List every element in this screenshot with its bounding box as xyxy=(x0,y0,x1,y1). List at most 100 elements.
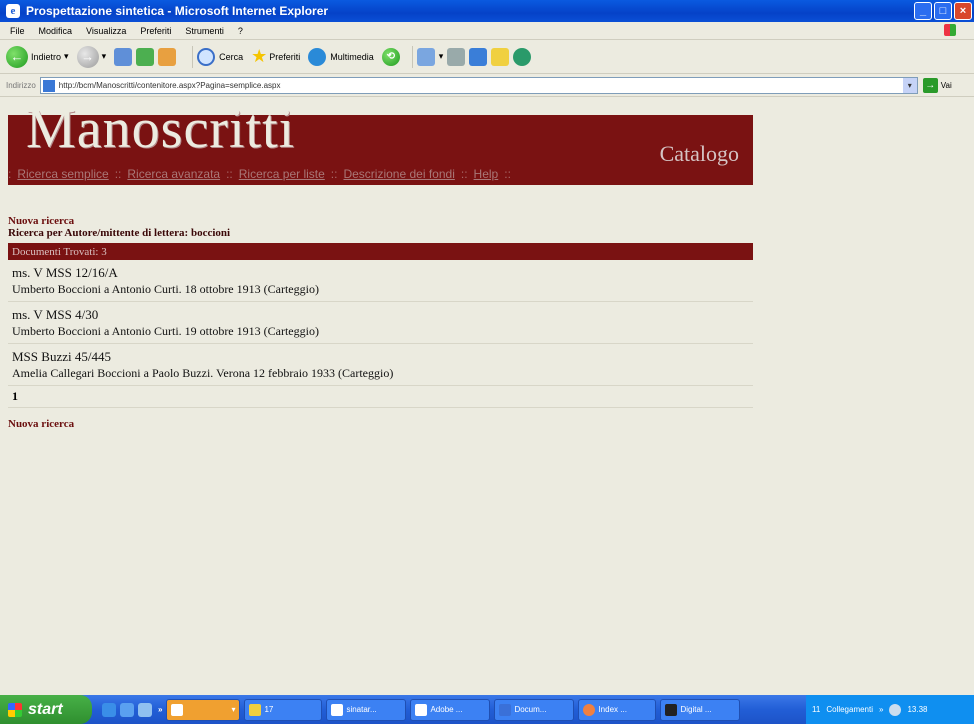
task-digital[interactable]: Digital ... xyxy=(660,698,741,721)
stop-icon[interactable] xyxy=(114,47,133,66)
media-icon xyxy=(308,47,327,66)
close-button[interactable]: × xyxy=(954,2,972,20)
tray-number[interactable]: 11 xyxy=(812,705,820,714)
task-label: 17 xyxy=(264,705,274,714)
go-label: Vai xyxy=(940,81,952,90)
refresh-icon[interactable] xyxy=(136,47,155,66)
menu-modifica[interactable]: Modifica xyxy=(39,26,73,36)
back-dropdown-icon[interactable]: ▾ xyxy=(64,51,69,62)
new-search-link[interactable]: Nuova ricerca xyxy=(8,215,230,227)
search-header: Nuova ricerca Ricerca per Autore/mittent… xyxy=(8,215,230,239)
desktop-quicklaunch-icon[interactable] xyxy=(120,702,134,717)
go-button[interactable]: → Vai xyxy=(922,78,952,93)
result-shelfmark: ms. V MSS 12/16/A xyxy=(12,265,118,280)
mail-dropdown-icon[interactable]: ▾ xyxy=(439,51,444,62)
minimize-button[interactable]: _ xyxy=(914,2,932,20)
address-input[interactable]: http://bcm/Manoscritti/contenitore.aspx?… xyxy=(39,77,918,94)
tray-status-icon[interactable] xyxy=(889,703,902,716)
results-count: Documenti Trovati: 3 xyxy=(8,243,753,260)
task-sinatar[interactable]: sinatar... xyxy=(326,698,407,721)
result-row[interactable]: MSS Buzzi 45/445 Amelia Callegari Boccio… xyxy=(8,344,753,386)
result-row[interactable]: ms. V MSS 12/16/A Umberto Boccioni a Ant… xyxy=(8,260,753,302)
nav-ricerca-semplice[interactable]: Ricerca semplice xyxy=(17,167,108,181)
search-button[interactable]: Cerca xyxy=(197,47,244,66)
window-title: Prospettazione sintetica - Microsoft Int… xyxy=(26,4,329,18)
menu-visualizza[interactable]: Visualizza xyxy=(86,26,126,36)
menu-bar: File Modifica Visualizza Preferiti Strum… xyxy=(0,22,974,40)
media-quicklaunch-icon[interactable] xyxy=(138,702,152,717)
search-label: Cerca xyxy=(219,51,244,62)
result-shelfmark: ms. V MSS 4/30 xyxy=(12,307,99,322)
ie-icon: e xyxy=(6,4,20,18)
new-search-link-bottom[interactable]: Nuova ricerca xyxy=(8,418,74,430)
banner-title: Manoscritti xyxy=(26,98,296,160)
menu-file[interactable]: File xyxy=(10,26,25,36)
links-more-icon[interactable]: » xyxy=(879,705,883,714)
search-icon xyxy=(197,47,216,66)
task-active[interactable]: ▾ xyxy=(166,698,241,721)
maximize-button[interactable]: □ xyxy=(934,2,952,20)
task-label: Docum... xyxy=(514,705,547,714)
task-folder[interactable]: 17 xyxy=(244,698,323,721)
print-icon[interactable] xyxy=(447,47,466,66)
result-row[interactable]: ms. V MSS 4/30 Umberto Boccioni a Antoni… xyxy=(8,302,753,344)
address-url: http://bcm/Manoscritti/contenitore.aspx?… xyxy=(58,81,281,90)
task-index[interactable]: Index ... xyxy=(578,698,657,721)
page-number[interactable]: 1 xyxy=(8,386,753,408)
taskbar: start » ▾ 17 sinatar... Adobe ... Docum.… xyxy=(0,695,974,724)
result-description[interactable]: Umberto Boccioni a Antonio Curti. 18 ott… xyxy=(12,281,749,297)
messenger-icon[interactable] xyxy=(513,47,532,66)
ie-task-icon xyxy=(171,703,184,716)
favorites-label: Preferiti xyxy=(269,51,301,62)
site-nav: : Ricerca semplice :: Ricerca avanzata :… xyxy=(8,167,511,181)
folder-icon[interactable] xyxy=(491,47,510,66)
edit-icon[interactable] xyxy=(469,47,488,66)
windows-flag-icon xyxy=(8,702,22,717)
app-task-icon xyxy=(331,703,344,716)
task-label: sinatar... xyxy=(346,705,377,714)
address-dropdown-icon[interactable]: ▾ xyxy=(902,78,917,93)
quicklaunch-more-icon[interactable]: » xyxy=(158,705,162,714)
clock: 13.38 xyxy=(907,705,928,714)
ie-quicklaunch-icon[interactable] xyxy=(102,702,116,717)
system-tray: 11 Collegamenti » 13.38 xyxy=(806,695,974,724)
back-label: Indietro xyxy=(31,51,62,62)
task-documents[interactable]: Docum... xyxy=(494,698,575,721)
result-description[interactable]: Amelia Callegari Boccioni a Paolo Buzzi.… xyxy=(12,365,749,381)
digital-task-icon xyxy=(665,703,678,716)
nav-descrizione-fondi[interactable]: Descrizione dei fondi xyxy=(343,167,454,181)
windows-logo-icon xyxy=(944,24,956,36)
media-button[interactable]: Multimedia xyxy=(308,47,374,66)
banner-subtitle: Catalogo xyxy=(659,141,739,166)
history-icon[interactable]: ⟲ xyxy=(381,47,400,66)
menu-help[interactable]: ? xyxy=(238,26,243,36)
star-icon: ★ xyxy=(251,46,268,66)
nav-ricerca-per-liste[interactable]: Ricerca per liste xyxy=(239,167,325,181)
document-task-icon xyxy=(499,703,512,716)
nav-help[interactable]: Help xyxy=(474,167,499,181)
menu-strumenti[interactable]: Strumenti xyxy=(185,26,224,36)
index-task-icon xyxy=(583,703,596,716)
nav-ricerca-avanzata[interactable]: Ricerca avanzata xyxy=(127,167,220,181)
address-bar: Indirizzo http://bcm/Manoscritti/conteni… xyxy=(0,75,974,97)
address-label: Indirizzo xyxy=(6,81,36,90)
forward-button[interactable]: → ▾ xyxy=(76,45,107,68)
task-active-dropdown-icon: ▾ xyxy=(231,705,236,714)
results-table: Documenti Trovati: 3 ms. V MSS 12/16/A U… xyxy=(8,243,753,408)
result-description[interactable]: Umberto Boccioni a Antonio Curti. 19 ott… xyxy=(12,323,749,339)
home-icon[interactable] xyxy=(158,47,177,66)
folder-task-icon xyxy=(249,703,262,716)
back-button[interactable]: ← Indietro ▾ xyxy=(6,45,69,68)
mail-icon[interactable] xyxy=(416,47,435,66)
start-button[interactable]: start xyxy=(0,695,92,724)
favorites-button[interactable]: ★ Preferiti xyxy=(251,46,300,67)
start-label: start xyxy=(28,700,63,718)
result-shelfmark: MSS Buzzi 45/445 xyxy=(12,349,111,364)
toolbar: ← Indietro ▾ → ▾ Cerca ★ Preferiti Multi… xyxy=(0,40,974,74)
menu-preferiti[interactable]: Preferiti xyxy=(140,26,171,36)
links-toolbar[interactable]: Collegamenti xyxy=(826,705,873,714)
task-adobe[interactable]: Adobe ... xyxy=(410,698,491,721)
adobe-task-icon xyxy=(415,703,428,716)
forward-dropdown-icon[interactable]: ▾ xyxy=(102,51,107,62)
search-query: Ricerca per Autore/mittente di lettera: … xyxy=(8,227,231,239)
